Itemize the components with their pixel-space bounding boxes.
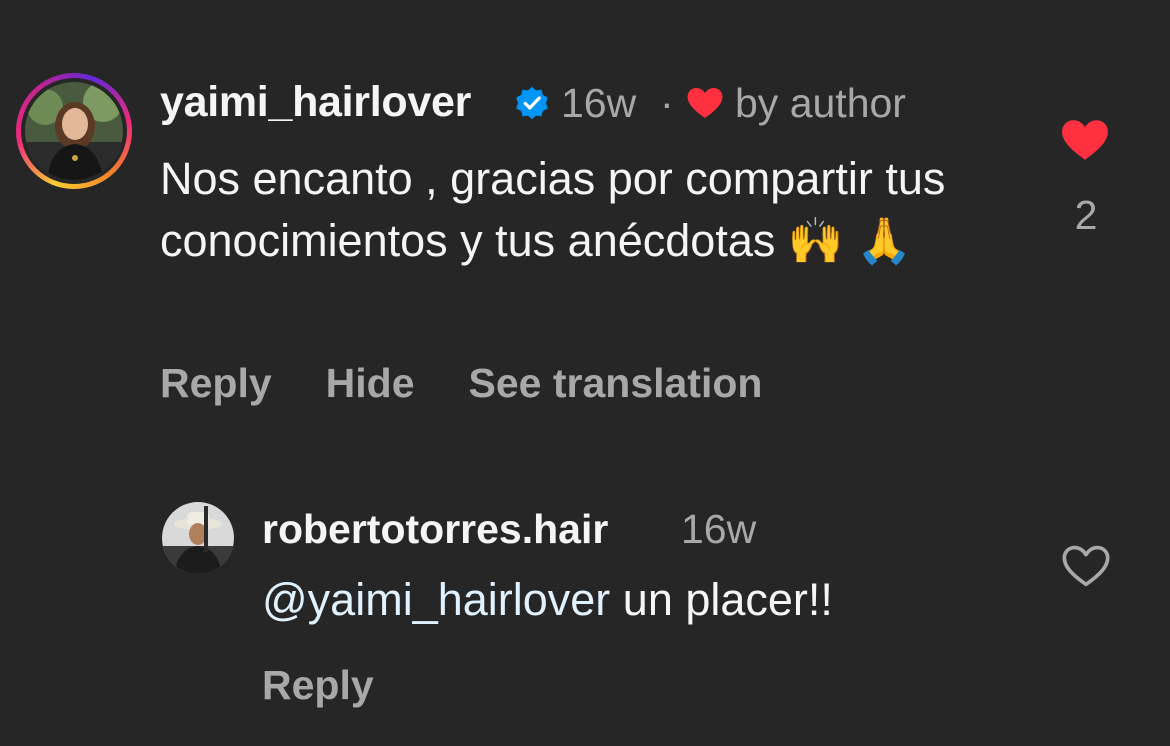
- meta-separator: ·: [660, 80, 674, 126]
- story-ring[interactable]: [16, 73, 132, 189]
- see-translation-button[interactable]: See translation: [469, 360, 763, 407]
- mention-link[interactable]: @yaimi_hairlover: [262, 574, 610, 625]
- reply-text: @yaimi_hairlover un placer!!: [262, 574, 833, 626]
- comment-text: Nos encanto , gracias por compartir tus …: [160, 153, 946, 266]
- comment-actions: Reply Hide See translation: [160, 360, 762, 407]
- reply-body: un placer!!: [610, 574, 833, 625]
- liked-by-author-label: by author: [735, 80, 906, 126]
- reply-avatar[interactable]: [162, 502, 234, 574]
- reply-reply-button[interactable]: Reply: [262, 662, 374, 709]
- verified-badge-icon: [516, 86, 548, 120]
- avatar[interactable]: [25, 82, 123, 180]
- reply-username[interactable]: robertotorres.hair: [262, 506, 608, 553]
- heart-filled-icon[interactable]: [1060, 118, 1110, 162]
- hide-button[interactable]: Hide: [326, 360, 415, 407]
- like-count: 2: [1074, 192, 1098, 238]
- comment-username[interactable]: yaimi_hairlover: [160, 78, 471, 127]
- heart-filled-icon: [687, 87, 723, 119]
- comment-timestamp: 16w: [561, 80, 637, 126]
- heart-outline-icon[interactable]: [1060, 543, 1112, 589]
- avatar-gap: [21, 78, 127, 184]
- reply-timestamp: 16w: [681, 506, 757, 552]
- reply-button[interactable]: Reply: [160, 360, 272, 407]
